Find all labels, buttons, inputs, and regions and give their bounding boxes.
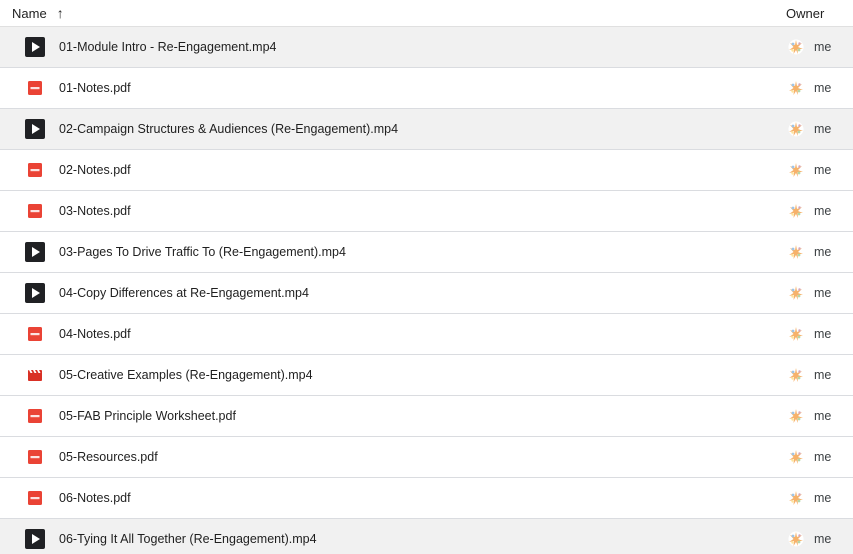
file-name[interactable]: 03-Notes.pdf [59,204,131,218]
file-name-cell: 01-Module Intro - Re-Engagement.mp4 [0,37,774,57]
owner-avatar-icon [788,408,804,424]
video-play-icon [25,37,45,57]
owner-name: me [814,450,832,464]
owner-avatar-icon [788,326,804,342]
file-name-cell: 02-Notes.pdf [0,160,774,180]
owner-name: me [814,40,832,54]
owner-name: me [814,286,832,300]
file-name-cell: 05-Creative Examples (Re-Engagement).mp4 [0,365,774,385]
file-name[interactable]: 06-Notes.pdf [59,491,131,505]
file-name-cell: 02-Campaign Structures & Audiences (Re-E… [0,119,774,139]
video-play-icon [25,529,45,549]
owner-name: me [814,245,832,259]
owner-cell: me [774,449,831,465]
file-list: Name ↑ Owner 01-Module Intro - Re-Engage… [0,0,853,554]
owner-cell: me [774,531,831,547]
owner-cell: me [774,80,831,96]
file-row[interactable]: 04-Notes.pdf me [0,314,853,355]
file-name[interactable]: 02-Notes.pdf [59,163,131,177]
file-row[interactable]: 03-Pages To Drive Traffic To (Re-Engagem… [0,232,853,273]
pdf-icon [25,78,45,98]
pdf-icon [25,324,45,344]
owner-name: me [814,122,832,136]
sort-arrow-icon[interactable]: ↑ [57,5,64,21]
owner-cell: me [774,244,831,260]
video-play-icon [25,119,45,139]
file-row[interactable]: 05-Creative Examples (Re-Engagement).mp4… [0,355,853,396]
owner-name: me [814,409,832,423]
file-name[interactable]: 02-Campaign Structures & Audiences (Re-E… [59,122,398,136]
file-row[interactable]: 05-FAB Principle Worksheet.pdf me [0,396,853,437]
pdf-icon [25,160,45,180]
file-name-cell: 04-Copy Differences at Re-Engagement.mp4 [0,283,774,303]
pdf-icon [25,488,45,508]
file-row[interactable]: 05-Resources.pdf me [0,437,853,478]
file-name[interactable]: 05-Creative Examples (Re-Engagement).mp4 [59,368,313,382]
file-row[interactable]: 02-Notes.pdf me [0,150,853,191]
owner-cell: me [774,326,831,342]
owner-avatar-icon [788,285,804,301]
owner-name: me [814,491,832,505]
file-row[interactable]: 06-Notes.pdf me [0,478,853,519]
file-name-cell: 01-Notes.pdf [0,78,774,98]
owner-name: me [814,163,832,177]
owner-avatar-icon [788,367,804,383]
file-name[interactable]: 03-Pages To Drive Traffic To (Re-Engagem… [59,245,346,259]
name-column-header[interactable]: Name ↑ [0,5,774,21]
pdf-icon [25,447,45,467]
owner-avatar-icon [788,39,804,55]
file-row[interactable]: 06-Tying It All Together (Re-Engagement)… [0,519,853,554]
file-name-cell: 06-Tying It All Together (Re-Engagement)… [0,529,774,549]
owner-name: me [814,327,832,341]
owner-cell: me [774,203,831,219]
file-name-cell: 05-Resources.pdf [0,447,774,467]
file-name[interactable]: 01-Notes.pdf [59,81,131,95]
file-rows: 01-Module Intro - Re-Engagement.mp4 me 01-… [0,27,853,554]
file-row[interactable]: 01-Notes.pdf me [0,68,853,109]
file-name[interactable]: 05-FAB Principle Worksheet.pdf [59,409,236,423]
file-name-cell: 03-Pages To Drive Traffic To (Re-Engagem… [0,242,774,262]
owner-cell: me [774,490,831,506]
owner-avatar-icon [788,121,804,137]
pdf-icon [25,406,45,426]
owner-column-header[interactable]: Owner [774,6,824,21]
owner-name: me [814,368,832,382]
owner-avatar-icon [788,162,804,178]
owner-avatar-icon [788,80,804,96]
file-name-cell: 06-Notes.pdf [0,488,774,508]
owner-cell: me [774,367,831,383]
file-name[interactable]: 05-Resources.pdf [59,450,158,464]
file-row[interactable]: 01-Module Intro - Re-Engagement.mp4 me [0,27,853,68]
owner-cell: me [774,39,831,55]
owner-avatar-icon [788,203,804,219]
file-row[interactable]: 02-Campaign Structures & Audiences (Re-E… [0,109,853,150]
owner-avatar-icon [788,244,804,260]
owner-cell: me [774,121,831,137]
file-list-header: Name ↑ Owner [0,0,853,27]
file-row[interactable]: 04-Copy Differences at Re-Engagement.mp4… [0,273,853,314]
movie-clapper-icon [25,365,45,385]
file-name[interactable]: 04-Notes.pdf [59,327,131,341]
file-name[interactable]: 04-Copy Differences at Re-Engagement.mp4 [59,286,309,300]
owner-avatar-icon [788,531,804,547]
file-name-cell: 04-Notes.pdf [0,324,774,344]
video-play-icon [25,242,45,262]
file-row[interactable]: 03-Notes.pdf me [0,191,853,232]
owner-cell: me [774,285,831,301]
pdf-icon [25,201,45,221]
owner-cell: me [774,162,831,178]
owner-avatar-icon [788,449,804,465]
owner-avatar-icon [788,490,804,506]
video-play-icon [25,283,45,303]
name-column-label: Name [12,5,47,21]
file-name[interactable]: 06-Tying It All Together (Re-Engagement)… [59,532,317,546]
owner-name: me [814,204,832,218]
file-name[interactable]: 01-Module Intro - Re-Engagement.mp4 [59,40,276,54]
owner-cell: me [774,408,831,424]
file-name-cell: 05-FAB Principle Worksheet.pdf [0,406,774,426]
owner-name: me [814,532,832,546]
owner-name: me [814,81,832,95]
file-name-cell: 03-Notes.pdf [0,201,774,221]
